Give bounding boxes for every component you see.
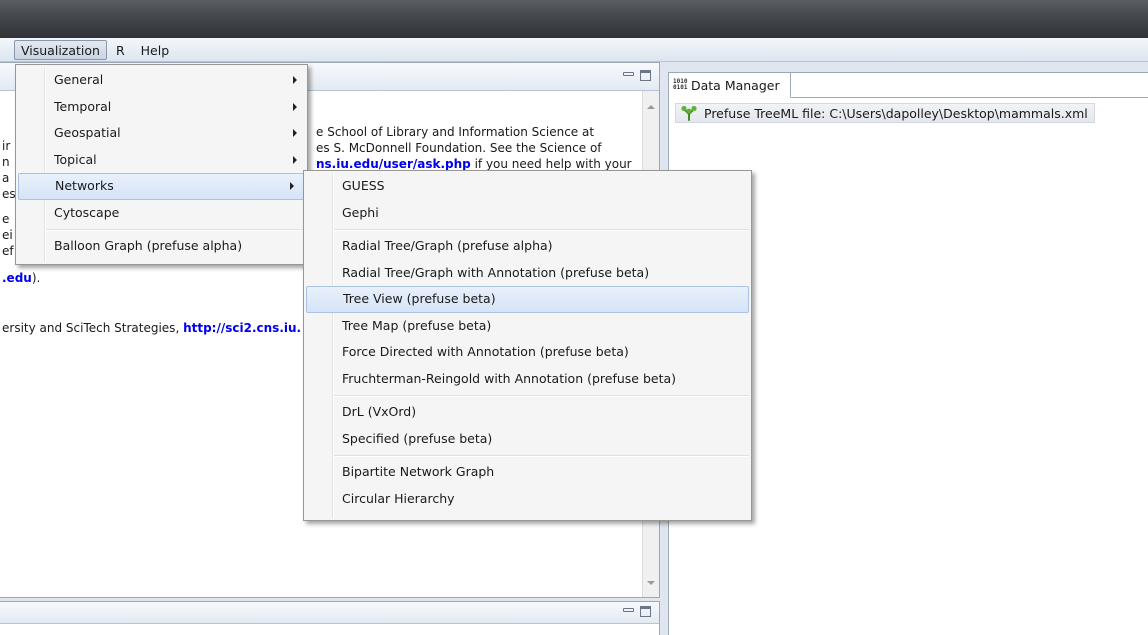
data-item-label: Prefuse TreeML file: C:\Users\dapolley\D… <box>704 105 1088 121</box>
submenu-item-tree-map[interactable]: Tree Map (prefuse beta) <box>304 313 751 340</box>
submenu-item-tree-view[interactable]: Tree View (prefuse beta) <box>306 286 749 313</box>
submenu-item-guess[interactable]: GUESS <box>304 173 751 200</box>
menu-separator <box>304 392 751 399</box>
menu-visualization[interactable]: Visualization <box>14 39 107 60</box>
minimize-icon[interactable] <box>623 72 634 76</box>
console-link[interactable]: .edu <box>2 271 32 285</box>
chevron-right-icon <box>293 76 297 84</box>
submenu-item-circular-hierarchy[interactable]: Circular Hierarchy <box>304 486 751 513</box>
console-fragment: es <box>2 187 16 201</box>
binary-data-icon: 1010 0101 <box>673 78 688 91</box>
submenu-item-gephi[interactable]: Gephi <box>304 200 751 227</box>
menu-separator <box>304 226 751 233</box>
console-line: es S. McDonnell Foundation. See the Scie… <box>316 141 602 155</box>
console-line: .edu). <box>2 271 41 285</box>
bottom-view <box>0 601 660 635</box>
menu-help[interactable]: Help <box>134 40 177 60</box>
menu-item-balloon-graph[interactable]: Balloon Graph (prefuse alpha) <box>16 233 307 260</box>
submenu-item-bipartite[interactable]: Bipartite Network Graph <box>304 459 751 486</box>
submenu-item-radial-tree-annotation[interactable]: Radial Tree/Graph with Annotation (prefu… <box>304 260 751 287</box>
console-line: e School of Library and Information Scie… <box>316 125 595 139</box>
menu-separator <box>16 226 307 233</box>
console-fragment: ei <box>2 228 13 242</box>
menu-item-geospatial[interactable]: Geospatial <box>16 120 307 147</box>
console-fragment: ir <box>2 139 11 153</box>
submenu-item-force-directed[interactable]: Force Directed with Annotation (prefuse … <box>304 339 751 366</box>
menu-separator <box>304 452 751 459</box>
console-fragment: e <box>2 212 10 226</box>
chevron-right-icon <box>293 102 297 111</box>
visualization-menu: General Temporal Geospatial Topical Netw… <box>15 64 308 265</box>
console-link[interactable]: ns.iu.edu/user/ask.php <box>316 157 471 171</box>
minimize-icon[interactable] <box>623 608 634 612</box>
tab-label: Data Manager <box>691 77 780 93</box>
console-line: ersity and SciTech Strategies, http://sc… <box>2 321 302 335</box>
submenu-item-fruchterman-reingold[interactable]: Fruchterman-Reingold with Annotation (pr… <box>304 366 751 393</box>
tree-icon <box>681 105 697 121</box>
bottom-view-tabbar <box>0 602 659 624</box>
scroll-down-icon[interactable] <box>647 581 655 585</box>
submenu-item-radial-tree[interactable]: Radial Tree/Graph (prefuse alpha) <box>304 233 751 260</box>
maximize-icon[interactable] <box>640 606 651 617</box>
chevron-right-icon <box>293 155 297 164</box>
console-fragment: a <box>2 171 10 185</box>
networks-submenu: GUESS Gephi Radial Tree/Graph (prefuse a… <box>303 170 752 521</box>
console-fragment: n <box>2 155 10 169</box>
menu-item-networks[interactable]: Networks <box>18 173 305 200</box>
menu-item-topical[interactable]: Topical <box>16 147 307 174</box>
submenu-item-specified[interactable]: Specified (prefuse beta) <box>304 426 751 453</box>
menu-item-general[interactable]: General <box>16 67 307 94</box>
menu-item-cytoscape[interactable]: Cytoscape <box>16 200 307 227</box>
chevron-right-icon <box>290 182 294 190</box>
data-manager-item[interactable]: Prefuse TreeML file: C:\Users\dapolley\D… <box>675 103 1095 123</box>
tab-data-manager[interactable]: 1010 0101 Data Manager <box>669 73 791 98</box>
menu-bar: Visualization R Help <box>0 38 1148 62</box>
console-fragment: ef <box>2 244 14 258</box>
console-link[interactable]: http://sci2.cns.iu. <box>183 321 301 335</box>
submenu-item-drl[interactable]: DrL (VxOrd) <box>304 399 751 426</box>
console-line: ns.iu.edu/user/ask.php if you need help … <box>316 157 632 171</box>
menu-item-temporal[interactable]: Temporal <box>16 94 307 121</box>
window-title-bar <box>0 0 1148 38</box>
chevron-right-icon <box>293 129 297 137</box>
menu-r[interactable]: R <box>109 40 132 60</box>
maximize-icon[interactable] <box>640 70 651 81</box>
scroll-up-icon[interactable] <box>647 105 655 109</box>
